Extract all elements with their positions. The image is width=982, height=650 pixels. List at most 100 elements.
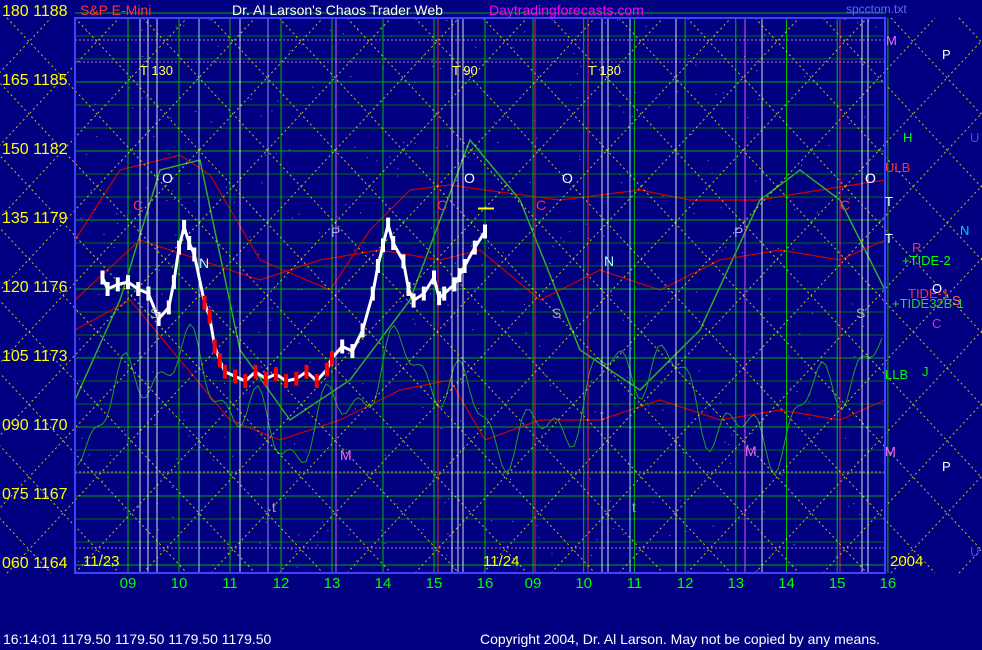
star-dot xyxy=(354,367,356,369)
y-tick-label: 135 1179 xyxy=(2,210,68,227)
star-dot xyxy=(172,190,174,192)
star-dot xyxy=(154,424,156,426)
star-dot xyxy=(447,498,449,500)
star-dot xyxy=(261,478,263,480)
x-tick-label: 09 xyxy=(525,575,542,592)
star-dot xyxy=(170,117,172,119)
star-dot xyxy=(275,286,277,288)
star-dot xyxy=(199,446,201,448)
price-bar xyxy=(192,247,197,262)
star-dot xyxy=(414,323,416,325)
star-dot xyxy=(265,521,267,523)
price-bar xyxy=(136,282,141,296)
star-dot xyxy=(634,92,636,94)
chart-letter: P xyxy=(734,224,743,240)
star-dot xyxy=(98,330,100,332)
star-dot xyxy=(402,141,404,143)
time-marker: T 90 xyxy=(452,63,478,78)
star-dot xyxy=(623,533,625,535)
file-label: spcctom.txt xyxy=(846,2,907,16)
star-dot xyxy=(770,555,772,557)
day-label: 11/23 xyxy=(83,553,119,570)
star-dot xyxy=(742,252,744,254)
star-dot xyxy=(385,456,387,458)
chart-letter: N xyxy=(199,255,209,271)
price-bar xyxy=(324,362,329,377)
star-dot xyxy=(354,408,356,410)
chart-letter: P xyxy=(331,224,340,240)
star-dot xyxy=(707,159,709,161)
star-dot xyxy=(447,533,449,535)
x-tick-label: 15 xyxy=(426,575,443,592)
star-dot xyxy=(510,479,512,481)
star-dot xyxy=(844,437,846,439)
star-dot xyxy=(729,463,731,465)
star-dot xyxy=(263,428,265,430)
right-label: P xyxy=(942,47,951,62)
price-bar xyxy=(406,282,411,296)
y-tick-label: 120 1176 xyxy=(2,279,68,296)
star-dot xyxy=(552,246,554,248)
star-dot xyxy=(322,521,324,523)
star-dot xyxy=(549,262,551,264)
chart-letter: C xyxy=(133,197,143,213)
price-bar xyxy=(115,277,120,292)
star-dot xyxy=(788,355,790,357)
right-label: J xyxy=(922,364,929,379)
star-dot xyxy=(853,503,855,505)
chart-letter: O xyxy=(865,170,876,186)
star-dot xyxy=(423,55,425,57)
star-dot xyxy=(265,154,267,156)
star-dot xyxy=(715,93,717,95)
star-dot xyxy=(725,246,727,248)
price-bar xyxy=(263,371,268,386)
right-label: N xyxy=(960,223,970,238)
star-dot xyxy=(862,325,864,327)
star-dot xyxy=(96,135,98,137)
star-dot xyxy=(563,240,565,242)
star-dot xyxy=(695,64,697,66)
site-link[interactable]: Daytradingforecasts.com xyxy=(489,2,644,18)
price-bar xyxy=(472,240,477,255)
price-bar xyxy=(126,275,130,290)
star-dot xyxy=(456,149,458,151)
star-dot xyxy=(679,500,681,502)
star-dot xyxy=(284,497,286,499)
star-dot xyxy=(86,30,88,32)
star-dot xyxy=(431,59,433,61)
star-dot xyxy=(90,189,92,191)
star-dot xyxy=(233,202,235,204)
star-dot xyxy=(389,156,391,158)
star-dot xyxy=(751,432,753,434)
star-dot xyxy=(210,121,212,123)
star-dot xyxy=(525,332,527,334)
star-dot xyxy=(432,65,434,67)
star-dot xyxy=(475,46,477,48)
x-tick-label: 11 xyxy=(627,575,643,592)
star-dot xyxy=(591,554,593,556)
star-dot xyxy=(113,246,115,248)
price-bar xyxy=(375,259,380,273)
star-dot xyxy=(680,373,682,375)
price-bar xyxy=(212,339,217,354)
star-dot xyxy=(224,436,226,438)
star-dot xyxy=(551,553,553,555)
star-dot xyxy=(348,534,350,536)
x-tick-label: 15 xyxy=(829,575,846,592)
star-dot xyxy=(397,175,399,177)
star-dot xyxy=(619,105,621,107)
star-dot xyxy=(875,26,877,28)
star-dot xyxy=(97,356,99,358)
x-tick-label: 14 xyxy=(778,575,795,592)
star-dot xyxy=(155,450,157,452)
star-dot xyxy=(85,154,87,156)
star-dot xyxy=(455,262,457,264)
star-dot xyxy=(553,19,555,21)
star-dot xyxy=(146,187,148,189)
right-label: U xyxy=(970,544,980,559)
star-dot xyxy=(138,352,140,354)
price-bar xyxy=(432,270,436,285)
star-dot xyxy=(180,198,182,200)
star-dot xyxy=(102,480,104,482)
star-dot xyxy=(455,180,457,182)
